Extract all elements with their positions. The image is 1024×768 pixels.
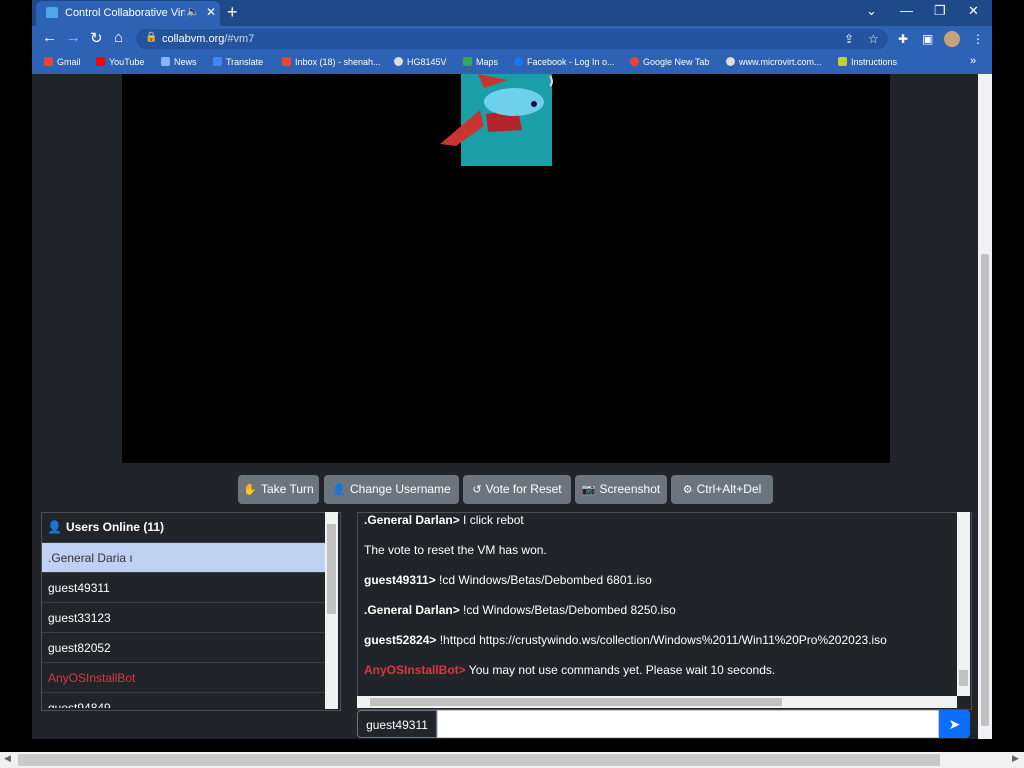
chat-message: .General Darlan> I click rebot (364, 513, 524, 527)
user-list-item[interactable]: guest49311 (42, 572, 325, 602)
gmail-icon (44, 57, 53, 66)
chat-message: guest52824> !httpcd https://crustywindo.… (364, 633, 887, 647)
instructions-icon (838, 57, 847, 66)
chat-scrollbar-thumb[interactable] (959, 670, 968, 686)
change-username-button[interactable]: 👤 Change Username (324, 475, 459, 504)
bookmark-youtube[interactable]: YouTube (96, 57, 144, 67)
user-icon: 👤 (47, 520, 62, 534)
bookmark-inbox[interactable]: Inbox (18) - shenah... (282, 57, 381, 67)
maps-icon (463, 57, 472, 66)
minimize-button[interactable]: — (900, 3, 913, 18)
chat-message: AnyOSInstallBot> You may not use command… (364, 663, 776, 677)
page-scrollbar-thumb[interactable] (981, 254, 989, 726)
forward-button[interactable]: → (66, 29, 81, 46)
betta-fish-image (440, 74, 553, 146)
close-tab-icon[interactable]: ✕ (206, 5, 216, 19)
bookmark-hg8145v[interactable]: HG8145V (394, 57, 447, 67)
user-list-item[interactable]: guest33123 (42, 602, 325, 632)
chat-horizontal-thumb[interactable] (370, 698, 782, 706)
news-icon (161, 57, 170, 66)
gear-icon: ⚙ (682, 484, 693, 496)
camera-icon: 📷 (581, 484, 596, 496)
globe-icon (726, 57, 735, 66)
user-list-item[interactable]: guest82052 (42, 632, 325, 662)
menu-icon[interactable]: ⋮ (972, 32, 984, 46)
maximize-button[interactable]: ❐ (934, 3, 946, 19)
extensions-icon[interactable]: ✚ (898, 32, 908, 46)
youtube-icon (96, 57, 105, 66)
url-host: collabvm.org (162, 33, 225, 45)
scroll-right-icon[interactable]: ▶ (1012, 753, 1019, 764)
profile-avatar[interactable] (944, 31, 960, 47)
user-list-item[interactable]: guest94849 (42, 692, 325, 708)
google-icon (630, 57, 639, 66)
scroll-left-icon[interactable]: ◀ (4, 753, 11, 764)
user-list-item[interactable]: AnyOSInstallBot (42, 662, 325, 692)
bookmark-instructions[interactable]: Instructions (838, 57, 897, 67)
undo-icon: ↺ (472, 484, 482, 496)
users-scrollbar-thumb[interactable] (327, 524, 336, 614)
more-bookmarks-icon[interactable]: » (970, 55, 976, 67)
gmail-icon (282, 57, 291, 66)
url-text[interactable]: collabvm.org/#vm7 (162, 33, 254, 45)
user-edit-icon: 👤 (332, 484, 346, 496)
bookmark-maps[interactable]: Maps (463, 57, 498, 67)
reload-button[interactable]: ↻ (90, 29, 103, 47)
translate-icon (213, 57, 222, 66)
screenshot-button[interactable]: 📷 Screenshot (575, 475, 667, 504)
back-button[interactable]: ← (42, 29, 57, 46)
bookmark-facebook[interactable]: Facebook - Log In o... (514, 57, 615, 67)
close-window-button[interactable]: ✕ (968, 3, 979, 19)
hand-icon: ✋ (243, 484, 257, 496)
send-button[interactable]: ➤ (939, 710, 970, 738)
take-turn-button[interactable]: ✋ Take Turn (238, 475, 319, 504)
globe-icon (394, 57, 403, 66)
bookmark-microvirt[interactable]: www.microvirt.com... (726, 57, 822, 67)
bookmark-translate[interactable]: Translate (213, 57, 263, 67)
new-tab-button[interactable]: + (227, 2, 238, 23)
bookmark-star-icon[interactable]: ☆ (868, 32, 879, 46)
side-panel-icon[interactable]: ▣ (922, 32, 933, 46)
bookmark-news[interactable]: News (161, 57, 197, 67)
ctrl-alt-del-button[interactable]: ⚙ Ctrl+Alt+Del (671, 475, 773, 504)
chat-scrollbar[interactable] (957, 512, 970, 696)
send-icon: ➤ (948, 716, 961, 732)
chat-message: .General Darlan> !cd Windows/Betas/Debom… (364, 603, 676, 617)
collabvm-favicon-icon (46, 7, 58, 18)
chat-message: guest49311> !cd Windows/Betas/Debombed 6… (364, 573, 652, 587)
tab-search-icon[interactable]: ⌄ (866, 3, 877, 19)
url-path: /#vm7 (224, 33, 255, 45)
chat-input[interactable] (437, 710, 939, 738)
user-list-item[interactable]: .General Daria ı (42, 542, 325, 572)
facebook-icon (514, 57, 523, 66)
sound-icon[interactable]: 🔈 (186, 5, 200, 18)
bookmark-google-new-tab[interactable]: Google New Tab (630, 57, 709, 67)
window-horizontal-thumb[interactable] (18, 754, 940, 766)
chat-username-label: guest49311 (357, 710, 437, 738)
users-header: 👤 Users Online (11) (47, 520, 164, 534)
bookmark-gmail[interactable]: Gmail (44, 57, 81, 67)
share-icon[interactable]: ⇪ (844, 32, 854, 46)
tab-title: Control Collaborative Virtual (65, 7, 185, 19)
vote-reset-button[interactable]: ↺ Vote for Reset (463, 475, 571, 504)
home-button[interactable]: ⌂ (114, 29, 123, 46)
browser-tab[interactable]: Control Collaborative Virtual 🔈 ✕ (36, 1, 220, 26)
chat-message: The vote to reset the VM has won. (364, 543, 547, 557)
lock-icon[interactable]: 🔒 (145, 32, 157, 43)
